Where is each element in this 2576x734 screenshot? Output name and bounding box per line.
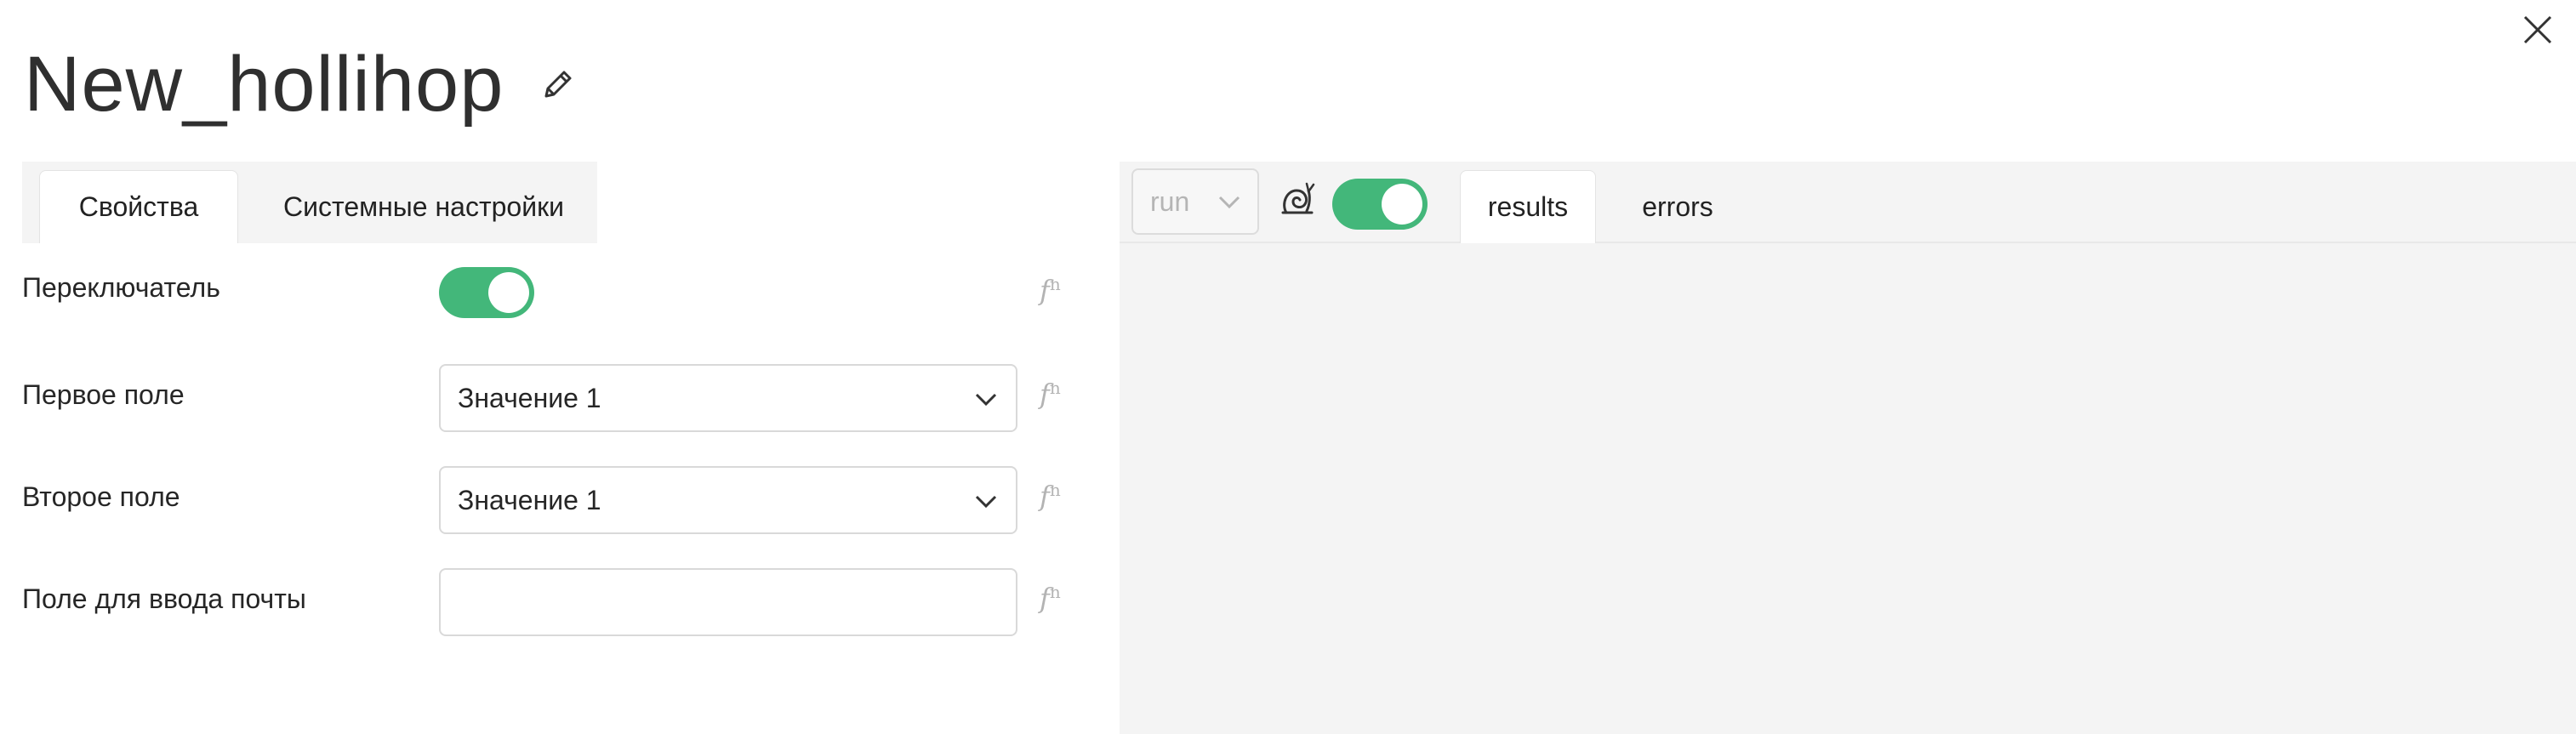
close-icon <box>2523 15 2552 44</box>
fn-glyph: f <box>1040 274 1050 307</box>
pencil-icon <box>544 71 572 98</box>
tab-properties[interactable]: Свойства <box>39 170 238 243</box>
snail-icon <box>1281 182 1315 214</box>
function-icon[interactable]: fn <box>1040 480 1061 513</box>
email-field[interactable] <box>439 568 1017 636</box>
fn-glyph: f <box>1040 582 1050 615</box>
email-field-label: Поле для ввода почты <box>22 583 306 614</box>
toggle-knob <box>1382 184 1422 225</box>
second-field-select[interactable]: Значение 1 <box>439 466 1017 534</box>
run-mode-select[interactable]: run <box>1131 168 1259 235</box>
second-field-value: Значение 1 <box>458 484 601 515</box>
first-field-value: Значение 1 <box>458 382 601 413</box>
chevron-down-icon <box>975 495 997 509</box>
toggle-knob <box>488 272 529 313</box>
output-panel: run results errors <box>1120 162 2576 734</box>
tab-errors[interactable]: errors <box>1610 170 1746 243</box>
run-mode-value: run <box>1150 185 1190 217</box>
function-icon[interactable]: fn <box>1040 378 1061 411</box>
fn-sup: n <box>1049 582 1061 602</box>
slow-mode-toggle[interactable] <box>1332 179 1428 230</box>
properties-tabs: Свойства Системные настройки <box>22 162 597 243</box>
second-field-label: Второе поле <box>22 481 180 512</box>
chevron-down-icon <box>975 393 997 407</box>
fn-sup: n <box>1049 480 1061 500</box>
page-title: New_hollihop <box>24 41 504 128</box>
first-field-select[interactable]: Значение 1 <box>439 364 1017 432</box>
function-icon[interactable]: fn <box>1040 274 1061 307</box>
output-toolbar: run results errors <box>1120 162 2576 243</box>
chevron-down-icon <box>1218 196 1240 209</box>
edit-title-button[interactable] <box>539 65 577 103</box>
fn-sup: n <box>1049 274 1061 294</box>
switch-label: Переключатель <box>22 272 220 303</box>
switch-toggle[interactable] <box>439 267 534 318</box>
close-button[interactable] <box>2520 12 2556 48</box>
first-field-label: Первое поле <box>22 379 185 410</box>
fn-glyph: f <box>1040 378 1050 411</box>
page-header: New_hollihop <box>24 37 577 131</box>
function-icon[interactable]: fn <box>1040 582 1061 615</box>
tab-results[interactable]: results <box>1460 170 1596 243</box>
fn-sup: n <box>1049 378 1061 398</box>
tab-system-settings[interactable]: Системные настройки <box>250 170 597 243</box>
fn-glyph: f <box>1040 480 1050 513</box>
